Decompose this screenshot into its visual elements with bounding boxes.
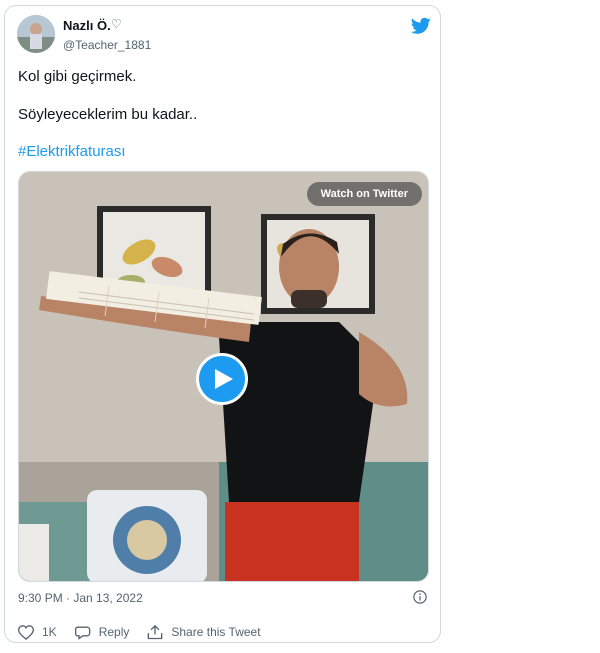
reply-button[interactable]: Reply: [74, 625, 130, 640]
author-handle[interactable]: @Teacher_1881: [63, 38, 151, 52]
tweet-actions-bar: 1K Reply Share this Tweet: [18, 623, 279, 641]
like-button[interactable]: 1K: [18, 624, 57, 640]
author-name[interactable]: Nazlı Ö.: [63, 18, 111, 33]
reply-icon: [74, 626, 91, 640]
like-count: 1K: [42, 625, 57, 639]
info-icon[interactable]: [413, 590, 427, 604]
author-avatar[interactable]: [17, 15, 55, 53]
play-icon: [215, 369, 233, 389]
tweet-text-line-2: Söyleyeceklerim bu kadar..: [18, 106, 198, 123]
share-label: Share this Tweet: [171, 625, 261, 639]
video-thumbnail[interactable]: Watch on Twitter: [18, 171, 429, 582]
twitter-bird-icon[interactable]: [411, 17, 431, 35]
heart-badge-icon: ♡: [111, 17, 122, 31]
share-button[interactable]: Share this Tweet: [147, 624, 261, 640]
share-icon: [148, 624, 163, 639]
tweet-text-line-1: Kol gibi geçirmek.: [18, 68, 137, 85]
watch-on-twitter-button[interactable]: Watch on Twitter: [306, 182, 422, 206]
embedded-tweet-card: Nazlı Ö. ♡ @Teacher_1881 Kol gibi geçirm…: [4, 5, 441, 643]
play-button[interactable]: [196, 353, 248, 405]
tweet-timestamp[interactable]: 9:30 PM · Jan 13, 2022: [18, 591, 143, 605]
heart-icon: [18, 624, 34, 640]
reply-label: Reply: [98, 625, 130, 639]
hashtag-link[interactable]: #Elektrikfaturası: [18, 143, 126, 160]
